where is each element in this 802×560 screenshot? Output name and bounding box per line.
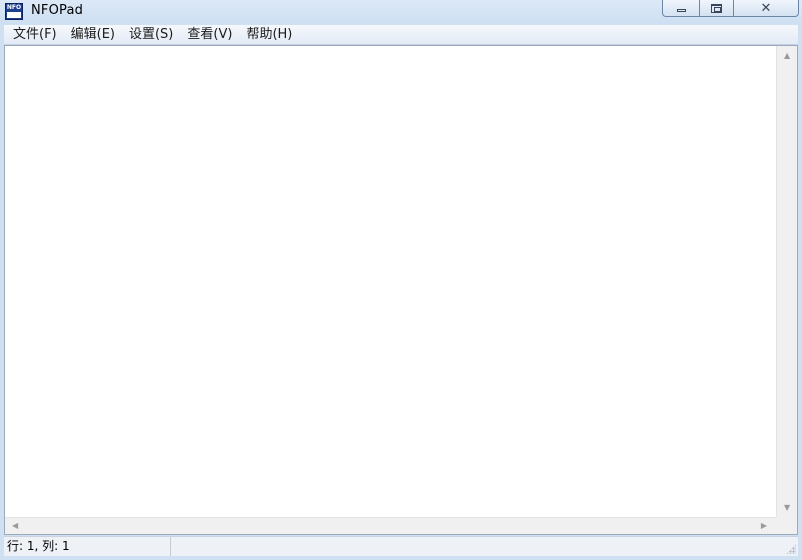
menu-edit[interactable]: 编辑(E) [64, 25, 122, 44]
menu-view[interactable]: 查看(V) [180, 25, 239, 44]
scroll-right-arrow-icon[interactable]: ▶ [761, 522, 767, 530]
resize-grip-icon[interactable] [786, 544, 796, 554]
menu-help[interactable]: 帮助(H) [239, 25, 299, 44]
minimize-button[interactable] [662, 0, 700, 17]
cursor-position: 行: 1, 列: 1 [4, 537, 171, 556]
text-editor-area[interactable] [5, 46, 776, 518]
app-icon[interactable]: NFO [5, 3, 23, 20]
minimize-icon [676, 9, 686, 12]
status-bar: 行: 1, 列: 1 [4, 536, 798, 556]
vertical-scrollbar[interactable]: ▲ ▼ [776, 46, 797, 518]
app-window: NFO NFOPad ✕ 文件(F) 编辑(E) 设置(S) 查看(V) 帮助(… [0, 0, 802, 560]
horizontal-scrollbar[interactable]: ◀ ▶ [5, 517, 776, 534]
menu-settings[interactable]: 设置(S) [122, 25, 180, 44]
editor-frame: ▲ ▼ ◀ ▶ [4, 45, 798, 535]
maximize-icon [711, 3, 722, 13]
scroll-down-arrow-icon[interactable]: ▼ [784, 504, 790, 512]
menu-bar: 文件(F) 编辑(E) 设置(S) 查看(V) 帮助(H) [4, 25, 798, 45]
scrollbar-corner [776, 517, 797, 534]
close-icon: ✕ [760, 0, 772, 16]
maximize-button[interactable] [699, 0, 734, 17]
window-title: NFOPad [31, 3, 84, 18]
scroll-up-arrow-icon[interactable]: ▲ [784, 52, 790, 60]
title-bar[interactable]: NFO NFOPad ✕ [0, 0, 802, 24]
close-button[interactable]: ✕ [733, 0, 799, 17]
app-icon-text: NFO [6, 4, 22, 11]
scroll-left-arrow-icon[interactable]: ◀ [12, 522, 18, 530]
menu-file[interactable]: 文件(F) [4, 25, 64, 44]
